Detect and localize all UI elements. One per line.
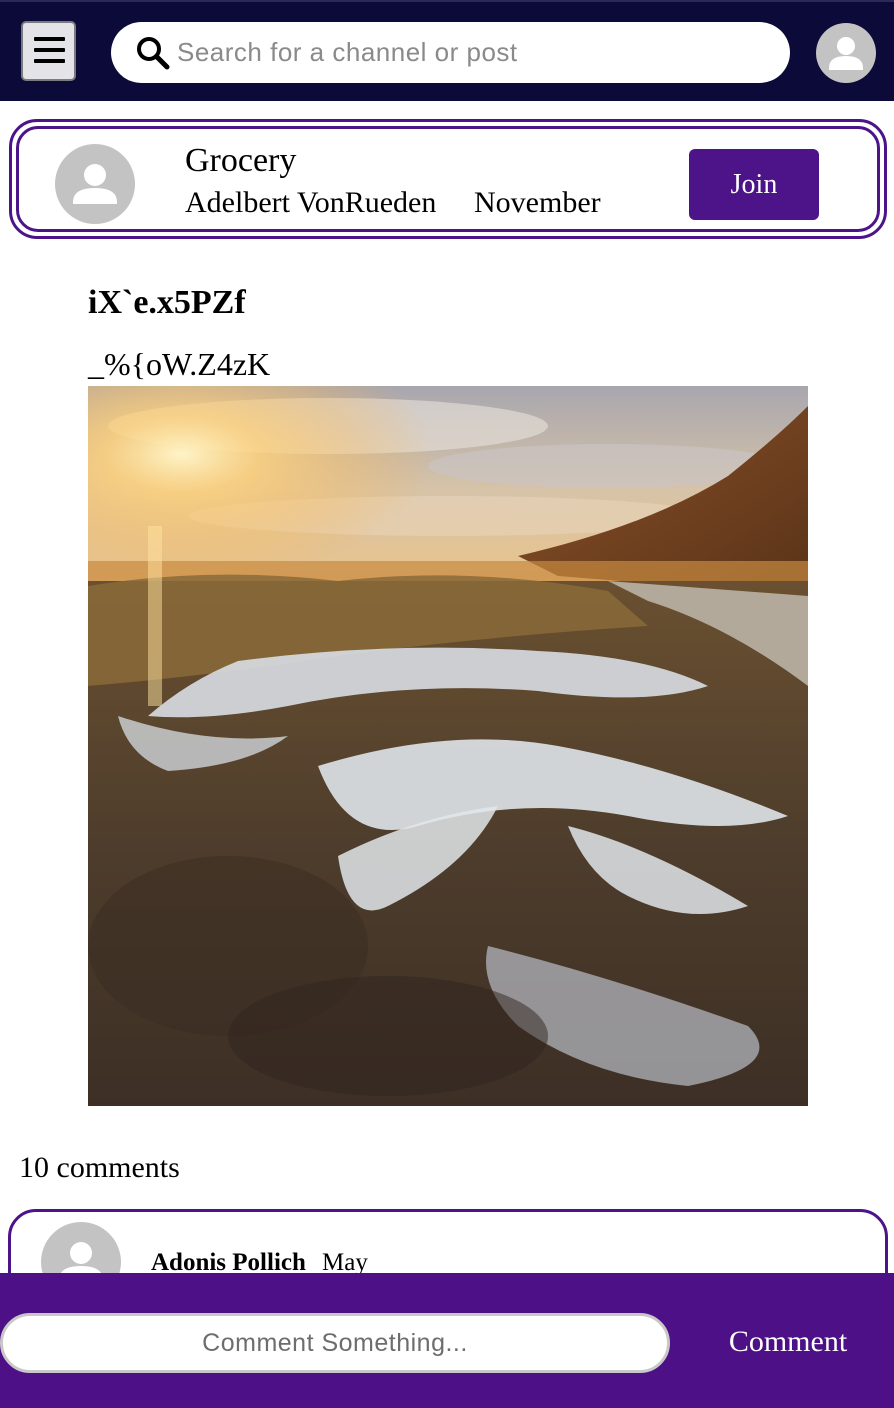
hamburger-menu-icon-bar (34, 48, 65, 52)
channel-card: Grocery Adelbert VonRueden November Join (9, 119, 887, 239)
profile-avatar-button[interactable] (816, 23, 876, 83)
search-icon (137, 37, 170, 70)
search-bar[interactable] (111, 22, 790, 83)
post-body: _%{oW.Z4zK (88, 346, 271, 382)
user-avatar-icon (73, 164, 117, 204)
channel-owner: Adelbert VonRueden (185, 186, 437, 219)
comment-count: 10 comments (19, 1151, 180, 1184)
post-photo-landscape (88, 386, 808, 1106)
channel-name[interactable]: Grocery (185, 141, 296, 181)
menu-button[interactable] (21, 21, 76, 81)
channel-avatar (55, 144, 135, 224)
join-button[interactable]: Join (689, 149, 819, 220)
search-input[interactable] (177, 32, 767, 72)
user-avatar-icon (829, 37, 863, 70)
hamburger-menu-icon-bar (34, 37, 65, 41)
channel-card-inner-border: Grocery Adelbert VonRueden November Join (16, 126, 880, 232)
comment-composer-bar: Comment (0, 1273, 894, 1408)
post-title: iX`e.x5PZf (88, 284, 246, 321)
top-navigation-bar (0, 0, 894, 101)
comment-submit-button[interactable]: Comment (708, 1318, 868, 1366)
hamburger-menu-icon-bar (34, 59, 65, 63)
channel-date: November (474, 186, 601, 219)
comment-input[interactable] (0, 1313, 670, 1373)
post-image[interactable] (88, 386, 808, 1106)
